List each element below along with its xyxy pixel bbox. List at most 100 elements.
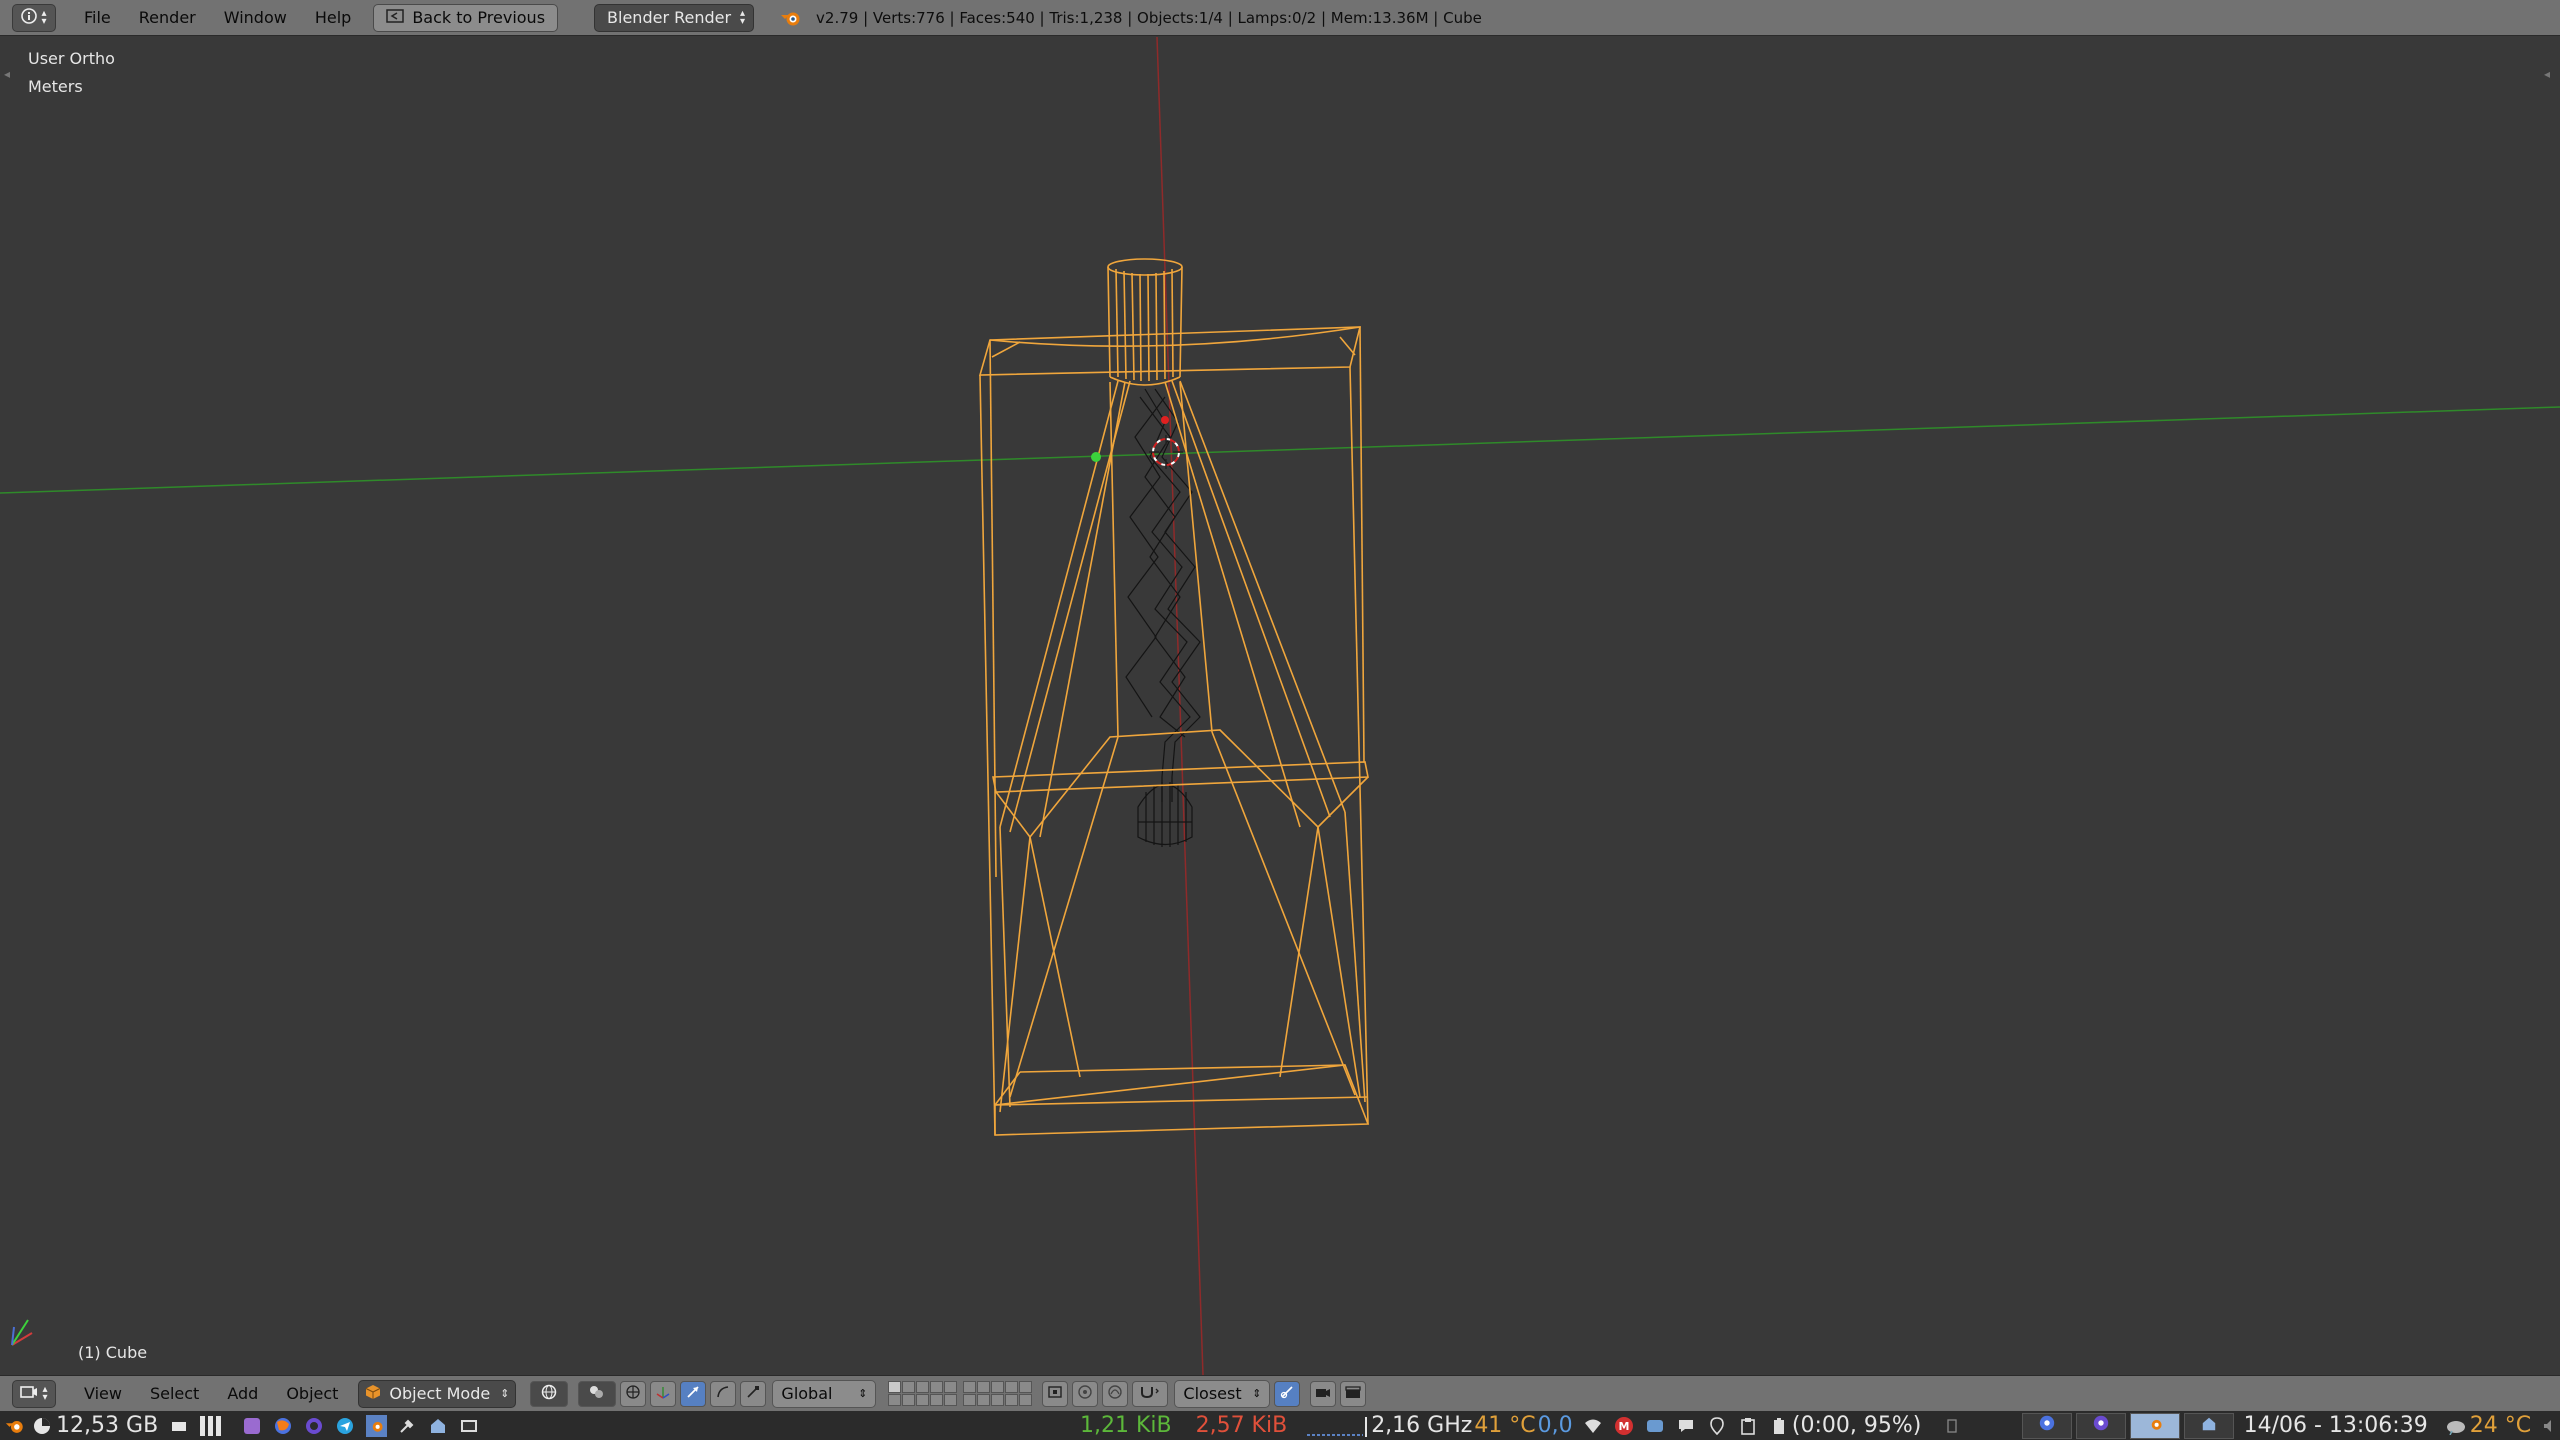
scale-icon [745, 1384, 761, 1404]
menu-object[interactable]: Object [272, 1384, 352, 1403]
inner-object-wire [1125, 388, 1201, 847]
rotate-tool-button[interactable] [710, 1380, 737, 1407]
layer-toggle[interactable] [916, 1381, 930, 1393]
layer-toggle[interactable] [888, 1381, 902, 1393]
snap-icon [1279, 1384, 1295, 1404]
layer-toggle[interactable] [902, 1381, 916, 1393]
3d-viewport[interactable]: User Ortho Meters (1) Cube ◂ ◂ [0, 37, 2560, 1375]
translate-tool-button[interactable] [680, 1380, 707, 1407]
mail-icon[interactable]: M [1614, 1415, 1635, 1437]
scene-layers[interactable] [888, 1381, 1033, 1406]
snap-toggle-button[interactable] [1274, 1380, 1301, 1407]
arrow-icon [685, 1384, 701, 1404]
layer-toggle[interactable] [1005, 1381, 1019, 1393]
chevron-updown-icon: ⇕ [1252, 1387, 1262, 1400]
menu-window[interactable]: Window [210, 8, 301, 27]
memory-gauge-icon [31, 1415, 52, 1437]
chevron-updown-icon: ⇕ [500, 1387, 510, 1400]
interaction-mode-select[interactable]: Object Mode ⇕ [358, 1379, 517, 1408]
battery-status: (0:00, 95%) [1791, 1413, 1922, 1438]
layer-toggle[interactable] [1005, 1394, 1019, 1406]
editor-type-selector[interactable]: ▴ ▾ [12, 1379, 56, 1408]
audio-mixer-icon[interactable] [1645, 1415, 1666, 1437]
menu-select[interactable]: Select [136, 1384, 213, 1403]
render-engine-select[interactable]: Blender Render ▴ ▾ [594, 3, 755, 32]
chevron-updown-icon: ▴ ▾ [740, 7, 746, 27]
properties-toggle-icon[interactable]: ◂ [2544, 67, 2550, 81]
snap-element-button[interactable] [1132, 1380, 1169, 1407]
app-launcher-icon[interactable] [242, 1415, 263, 1437]
layer-toggle[interactable] [916, 1394, 930, 1406]
layer-block-1[interactable] [888, 1381, 958, 1406]
telegram-icon[interactable] [335, 1415, 356, 1437]
system-load: 0,0 [1537, 1413, 1573, 1438]
location-icon[interactable] [1707, 1415, 1728, 1437]
layer-toggle[interactable] [991, 1381, 1005, 1393]
network-upload: 2,57 KiB [1195, 1413, 1288, 1438]
file-manager-icon[interactable] [428, 1415, 449, 1437]
layer-toggle[interactable] [963, 1394, 977, 1406]
proportional-edit-button[interactable] [1072, 1380, 1099, 1407]
3d-cursor-icon[interactable] [1149, 435, 1183, 469]
units-label: Meters [28, 77, 83, 96]
keyboard-layout-icon[interactable] [1941, 1415, 1962, 1437]
window-button-firefox[interactable] [2022, 1412, 2073, 1439]
manipulator-toggle-button[interactable] [620, 1380, 647, 1407]
snap-target-label: Closest [1183, 1384, 1242, 1403]
blender-launcher-icon[interactable] [365, 1414, 387, 1437]
layer-toggle[interactable] [963, 1381, 977, 1393]
editor-type-selector[interactable]: ▴ ▾ [12, 3, 56, 32]
blender-app-icon[interactable] [4, 1415, 25, 1437]
layer-toggle[interactable] [902, 1394, 916, 1406]
terminal-icon[interactable] [459, 1415, 480, 1437]
pivot-point-button[interactable] [578, 1380, 617, 1407]
layer-toggle[interactable] [977, 1381, 991, 1393]
back-to-previous-button[interactable]: Back to Previous [373, 3, 559, 32]
layer-toggle[interactable] [1019, 1381, 1033, 1393]
viewport-shading-button[interactable] [530, 1380, 569, 1407]
layer-toggle[interactable] [944, 1381, 958, 1393]
layer-block-2[interactable] [963, 1381, 1033, 1406]
volume-icon[interactable] [2539, 1415, 2560, 1437]
window-button-firefox-dev[interactable] [2076, 1412, 2126, 1439]
opengl-animation-button[interactable] [1340, 1380, 1367, 1407]
chevron-updown-icon: ▴ ▾ [42, 1383, 48, 1403]
scale-tool-button[interactable] [740, 1380, 767, 1407]
wifi-icon[interactable] [1583, 1415, 1604, 1437]
opengl-render-button[interactable] [1310, 1380, 1337, 1407]
menu-render[interactable]: Render [125, 8, 210, 27]
proportional-circle-icon [1077, 1384, 1093, 1404]
layer-lock-button[interactable] [1042, 1380, 1069, 1407]
chat-icon[interactable] [1676, 1415, 1697, 1437]
firefox-icon[interactable] [273, 1415, 294, 1437]
menu-file[interactable]: File [70, 8, 125, 27]
clock-datetime[interactable]: 14/06 - 13:06:39 [2244, 1413, 2428, 1438]
window-button-blender[interactable] [2129, 1412, 2180, 1439]
menu-help[interactable]: Help [301, 8, 365, 27]
drive-icon [168, 1415, 189, 1437]
layer-toggle[interactable] [991, 1394, 1005, 1406]
scene-canvas[interactable] [0, 37, 2560, 1375]
toolshelf-toggle-icon[interactable]: ◂ [4, 67, 10, 81]
layer-toggle[interactable] [930, 1381, 944, 1393]
layer-toggle[interactable] [1019, 1394, 1033, 1406]
menu-view[interactable]: View [70, 1384, 136, 1403]
clipboard-icon[interactable] [1738, 1415, 1759, 1437]
settings-icon[interactable] [397, 1415, 418, 1437]
transform-orientation-select[interactable]: Global ⇕ [772, 1379, 877, 1408]
layer-toggle[interactable] [944, 1394, 958, 1406]
firefox-dev-icon[interactable] [304, 1415, 325, 1437]
weather-temperature: 24 °C [2469, 1413, 2532, 1438]
cube-icon [365, 1384, 381, 1404]
menu-add[interactable]: Add [213, 1384, 272, 1403]
window-button-files[interactable] [2183, 1412, 2234, 1439]
proportional-falloff-button[interactable] [1102, 1380, 1129, 1407]
layer-toggle[interactable] [888, 1394, 902, 1406]
cpu-bars-icon [199, 1415, 232, 1437]
snap-target-select[interactable]: Closest ⇕ [1174, 1379, 1271, 1408]
layer-toggle[interactable] [977, 1394, 991, 1406]
render-engine-label: Blender Render [607, 8, 732, 27]
translate-manipulator-button[interactable] [650, 1380, 677, 1407]
back-to-previous-label: Back to Previous [412, 8, 546, 27]
layer-toggle[interactable] [930, 1394, 944, 1406]
